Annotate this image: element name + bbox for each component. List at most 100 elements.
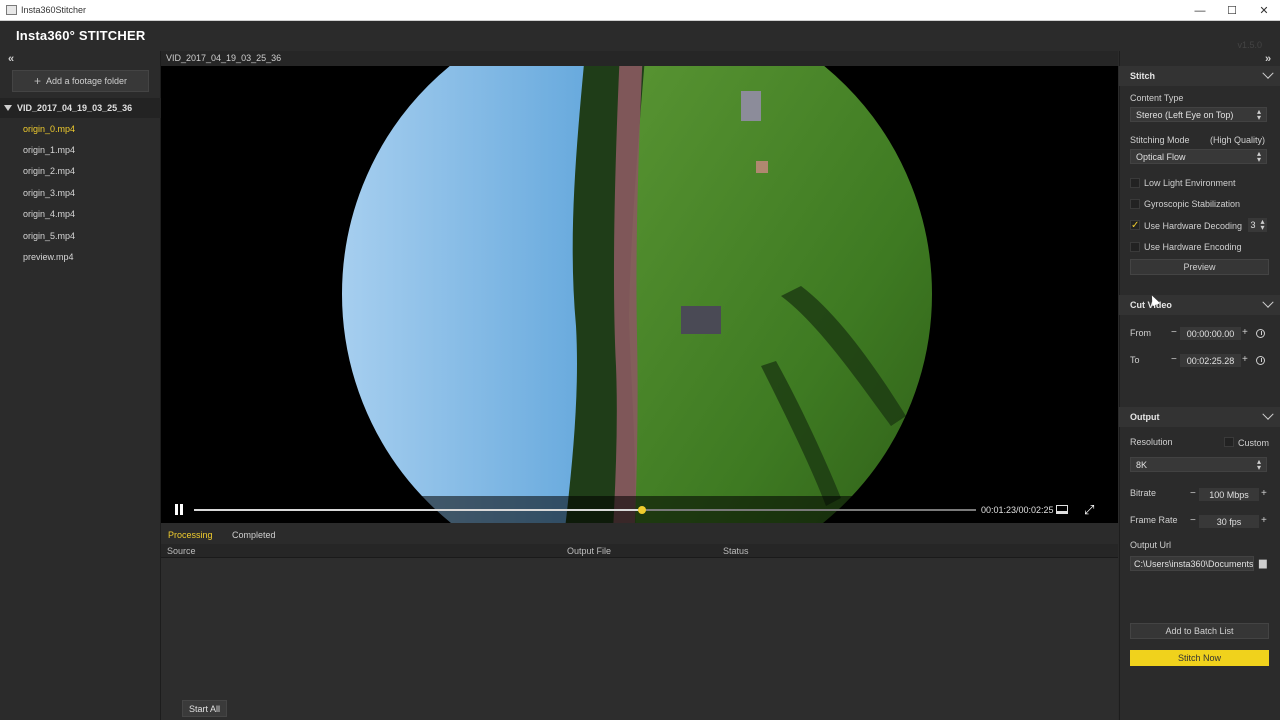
clock-icon[interactable] bbox=[1256, 356, 1265, 365]
content-type-label: Content Type bbox=[1130, 93, 1184, 103]
from-time-field[interactable]: 00:00:00.00 bbox=[1180, 327, 1241, 340]
framerate-field[interactable]: 30 fps bbox=[1199, 515, 1259, 528]
fisheye-frame-image bbox=[161, 66, 1118, 523]
hw-decoding-label: Use Hardware Decoding bbox=[1144, 221, 1243, 231]
plus-icon: + bbox=[33, 74, 41, 88]
cut-video-section-header[interactable]: Cut Video bbox=[1119, 295, 1280, 315]
column-output-file: Output File bbox=[567, 546, 612, 556]
to-time-field[interactable]: 00:02:25.28 bbox=[1180, 354, 1241, 367]
screen-mode-icon[interactable] bbox=[1056, 505, 1068, 514]
from-minus-button[interactable]: − bbox=[1171, 327, 1177, 338]
output-url-label: Output Url bbox=[1130, 540, 1172, 550]
task-table-body bbox=[161, 558, 1118, 720]
gyro-checkbox[interactable] bbox=[1130, 199, 1140, 209]
add-folder-label: Add a footage folder bbox=[45, 76, 128, 86]
gyro-label: Gyroscopic Stabilization bbox=[1144, 199, 1241, 209]
to-plus-button[interactable]: + bbox=[1242, 354, 1248, 365]
file-item[interactable]: origin_1.mp4 bbox=[23, 145, 75, 155]
low-light-checkbox[interactable] bbox=[1130, 178, 1140, 188]
bitrate-plus-button[interactable]: + bbox=[1261, 488, 1267, 499]
content-type-select[interactable]: Stereo (Left Eye on Top) ▴ ▾ bbox=[1130, 107, 1267, 122]
stitching-mode-label: Stitching Mode bbox=[1130, 135, 1190, 145]
fullscreen-icon[interactable]: ⤢ bbox=[1084, 502, 1094, 518]
low-light-label: Low Light Environment bbox=[1144, 178, 1236, 188]
hw-decoding-count: 3 bbox=[1250, 220, 1256, 230]
stitching-mode-value: Optical Flow bbox=[1136, 151, 1186, 162]
to-label: To bbox=[1130, 355, 1140, 365]
file-item[interactable]: origin_4.mp4 bbox=[23, 209, 75, 219]
hw-decoding-stepper[interactable]: 3 ▴ ▾ bbox=[1248, 218, 1267, 232]
minimize-button[interactable]: — bbox=[1184, 0, 1216, 21]
task-tabs bbox=[161, 523, 1118, 544]
stitching-mode-select[interactable]: Optical Flow ▴ ▾ bbox=[1130, 149, 1267, 164]
maximize-button[interactable]: ☐ bbox=[1216, 0, 1248, 21]
output-section-header[interactable]: Output bbox=[1119, 407, 1280, 427]
from-label: From bbox=[1130, 328, 1151, 338]
stitch-now-button[interactable]: Stitch Now bbox=[1130, 650, 1269, 666]
content-type-value: Stereo (Left Eye on Top) bbox=[1136, 109, 1234, 120]
stitch-title: Stitch bbox=[1130, 71, 1156, 81]
bitrate-field[interactable]: 100 Mbps bbox=[1199, 488, 1259, 501]
resolution-value: 8K bbox=[1136, 459, 1148, 470]
collapse-left-icon[interactable]: « bbox=[8, 53, 14, 65]
file-item[interactable]: origin_5.mp4 bbox=[23, 231, 75, 241]
close-button[interactable]: ✕ bbox=[1248, 0, 1280, 21]
output-url-field[interactable]: C:\Users\insta360\Documents\ bbox=[1130, 556, 1254, 571]
tab-completed[interactable]: Completed bbox=[232, 530, 276, 540]
stitching-quality-label: (High Quality) bbox=[1210, 135, 1266, 145]
pause-icon bbox=[180, 504, 183, 515]
seek-handle[interactable] bbox=[638, 506, 646, 514]
pause-icon bbox=[175, 504, 178, 515]
folder-name: VID_2017_04_19_03_25_36 bbox=[17, 103, 133, 113]
custom-label: Custom bbox=[1238, 438, 1270, 448]
file-item[interactable]: origin_2.mp4 bbox=[23, 166, 75, 176]
file-item[interactable]: origin_3.mp4 bbox=[23, 188, 75, 198]
timecode: 00:01:23/00:02:25 bbox=[981, 505, 1054, 515]
updown-icon: ▴ ▾ bbox=[1256, 456, 1261, 472]
footage-panel: « + Add a footage folder VID_2017_04_19_… bbox=[0, 51, 161, 720]
bitrate-label: Bitrate bbox=[1130, 488, 1157, 498]
window-title: Insta360Stitcher bbox=[21, 5, 87, 15]
pause-button[interactable] bbox=[175, 504, 183, 515]
app-logo: Insta360° STITCHER bbox=[16, 28, 146, 43]
tab-processing[interactable]: Processing bbox=[168, 530, 213, 540]
stitch-section-header[interactable]: Stitch bbox=[1119, 66, 1280, 86]
custom-checkbox[interactable] bbox=[1224, 437, 1234, 447]
expand-triangle-icon[interactable] bbox=[4, 105, 12, 111]
version-label: v1.5.0 bbox=[1237, 40, 1262, 50]
task-table-header bbox=[161, 544, 1118, 558]
resolution-select[interactable]: 8K ▴ ▾ bbox=[1130, 457, 1267, 472]
preview-button[interactable]: Preview bbox=[1130, 259, 1269, 275]
hw-encoding-checkbox[interactable] bbox=[1130, 242, 1140, 252]
check-icon: ✓ bbox=[1131, 220, 1140, 231]
hw-encoding-label: Use Hardware Encoding bbox=[1144, 242, 1242, 252]
column-status: Status bbox=[723, 546, 749, 556]
column-source: Source bbox=[167, 546, 196, 556]
add-to-batch-button[interactable]: Add to Batch List bbox=[1130, 623, 1269, 639]
app-header: Insta360° STITCHER v1.5.0 bbox=[0, 21, 1280, 51]
updown-icon: ▴ ▾ bbox=[1256, 148, 1261, 164]
folder-icon[interactable]: ▆ bbox=[1259, 558, 1267, 569]
clock-icon[interactable] bbox=[1256, 329, 1265, 338]
bitrate-minus-button[interactable]: − bbox=[1190, 488, 1196, 499]
output-title: Output bbox=[1130, 412, 1160, 422]
framerate-plus-button[interactable]: + bbox=[1261, 515, 1267, 526]
framerate-minus-button[interactable]: − bbox=[1190, 515, 1196, 526]
updown-icon: ▴ ▾ bbox=[1260, 217, 1265, 232]
add-footage-folder-button[interactable]: + Add a footage folder bbox=[12, 70, 149, 92]
folder-row[interactable]: VID_2017_04_19_03_25_36 bbox=[0, 98, 161, 118]
resolution-label: Resolution bbox=[1130, 437, 1173, 447]
hw-decoding-checkbox[interactable]: ✓ bbox=[1130, 220, 1140, 231]
video-header bbox=[161, 51, 1118, 66]
file-item[interactable]: preview.mp4 bbox=[23, 252, 74, 262]
from-plus-button[interactable]: + bbox=[1242, 327, 1248, 338]
updown-icon: ▴ ▾ bbox=[1256, 106, 1261, 122]
app-icon bbox=[6, 5, 17, 15]
to-minus-button[interactable]: − bbox=[1171, 354, 1177, 365]
start-all-button[interactable]: Start All bbox=[182, 700, 227, 717]
video-preview[interactable] bbox=[161, 66, 1118, 523]
video-name: VID_2017_04_19_03_25_36 bbox=[166, 53, 282, 63]
file-item[interactable]: origin_0.mp4 bbox=[23, 124, 75, 134]
collapse-right-icon[interactable]: » bbox=[1265, 53, 1271, 65]
seek-progress bbox=[194, 509, 642, 511]
